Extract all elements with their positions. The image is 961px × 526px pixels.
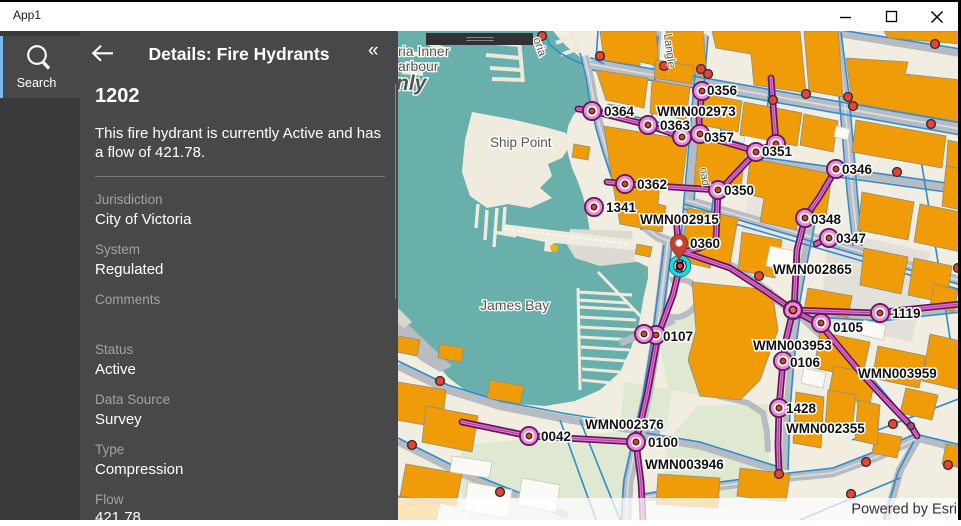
svg-text:0357: 0357 bbox=[704, 130, 734, 145]
svg-text:0106: 0106 bbox=[790, 355, 821, 370]
svg-text:0356: 0356 bbox=[707, 83, 738, 98]
svg-text:WMN002865: WMN002865 bbox=[773, 262, 852, 277]
svg-text:0347: 0347 bbox=[836, 231, 866, 246]
svg-text:0105: 0105 bbox=[833, 320, 864, 335]
svg-text:WMN002915: WMN002915 bbox=[640, 212, 719, 227]
svg-text:WMN003959: WMN003959 bbox=[858, 366, 937, 381]
svg-text:oad: oad bbox=[697, 167, 711, 187]
svg-text:WMN002376: WMN002376 bbox=[585, 417, 664, 432]
svg-text:0350: 0350 bbox=[724, 183, 754, 198]
svg-text:WMN003953: WMN003953 bbox=[753, 338, 832, 353]
svg-text:0107: 0107 bbox=[663, 329, 693, 344]
svg-text:0348: 0348 bbox=[811, 212, 842, 227]
svg-text:James Bay: James Bay bbox=[480, 297, 549, 313]
svg-text:0363: 0363 bbox=[660, 118, 691, 133]
svg-text:1119: 1119 bbox=[892, 306, 921, 321]
svg-text:1428: 1428 bbox=[786, 401, 817, 416]
svg-text:WMN003946: WMN003946 bbox=[645, 457, 724, 472]
svg-text:Ship Point: Ship Point bbox=[490, 135, 552, 150]
svg-text:0364: 0364 bbox=[604, 104, 635, 119]
svg-text:WMN002355: WMN002355 bbox=[786, 421, 865, 436]
svg-text:WMN002973: WMN002973 bbox=[657, 104, 736, 119]
svg-text:0362: 0362 bbox=[637, 177, 667, 192]
svg-text:1341: 1341 bbox=[606, 200, 637, 215]
svg-text:nly: nly bbox=[398, 72, 428, 95]
svg-text:0360: 0360 bbox=[690, 236, 720, 251]
svg-text:0042: 0042 bbox=[541, 429, 571, 444]
svg-text:ria Inner: ria Inner bbox=[398, 43, 450, 59]
svg-text:0346: 0346 bbox=[842, 162, 873, 177]
svg-text:0351: 0351 bbox=[762, 144, 793, 159]
svg-text:0100: 0100 bbox=[648, 435, 678, 450]
svg-text:Powered by Esri: Powered by Esri bbox=[851, 502, 957, 518]
